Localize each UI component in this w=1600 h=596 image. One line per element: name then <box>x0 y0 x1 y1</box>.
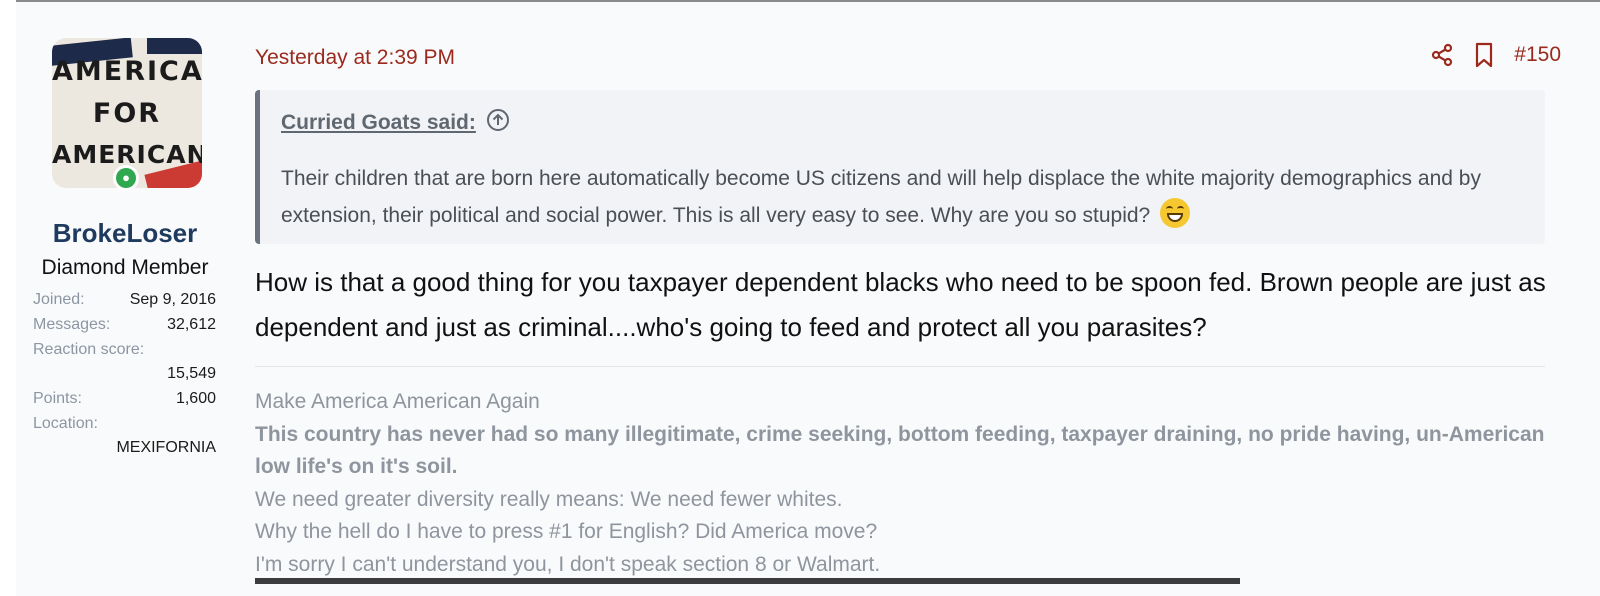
share-icon[interactable] <box>1430 43 1454 67</box>
stat-label-joined: Joined: <box>33 291 85 308</box>
signature-line: Why the hell do I have to press #1 for E… <box>255 520 878 543</box>
quote-block: Curried Goats said: Their children that … <box>255 90 1545 244</box>
post-actions: #150 <box>1430 42 1561 68</box>
stat-value-reaction: 15,549 <box>167 365 216 382</box>
quote-body: Their children that are born here automa… <box>281 167 1481 227</box>
stat-value-location: MEXIFORNIA <box>116 439 216 456</box>
avatar-text: FOR <box>92 98 162 129</box>
bookmark-icon[interactable] <box>1472 42 1496 68</box>
post-message: How is that a good thing for you taxpaye… <box>255 267 1546 342</box>
stat-label-points: Points: <box>33 390 82 407</box>
scrollbar[interactable] <box>255 578 1240 584</box>
quote-text: Their children that are born here automa… <box>281 160 1531 234</box>
stat-label-reaction: Reaction score: <box>33 341 145 358</box>
arrow-up-circle-icon[interactable] <box>486 108 510 137</box>
signature-line: I'm sorry I can't understand you, I don'… <box>255 552 881 576</box>
username[interactable]: BrokeLoser <box>16 218 234 249</box>
signature: Make America American Again This country… <box>255 386 1550 581</box>
stat-value-points: 1,600 <box>175 390 216 407</box>
stat-value-messages: 32,612 <box>167 316 216 333</box>
signature-line: This country has never had so many illeg… <box>255 422 1545 479</box>
quote-header: Curried Goats said: <box>281 108 510 137</box>
signature-divider <box>255 366 1545 367</box>
forum-post: AMERICA FOR AMERICANS ● BrokeLoser Diamo… <box>16 2 1600 596</box>
post-number[interactable]: #150 <box>1514 43 1561 67</box>
stat-label-location: Location: <box>33 415 98 432</box>
avatar-stripe <box>147 38 202 54</box>
stat-value-joined: Sep 9, 2016 <box>129 291 216 308</box>
quote-author[interactable]: Curried Goats said: <box>281 111 476 135</box>
grinning-emoji-icon <box>1160 198 1191 228</box>
signature-line: Make America American Again <box>255 390 540 413</box>
user-title: Diamond Member <box>41 256 209 279</box>
user-online-icon: ● <box>113 165 139 191</box>
avatar-text: AMERICA <box>52 56 202 87</box>
post-date[interactable]: Yesterday at 2:39 PM <box>255 46 455 70</box>
stat-label-messages: Messages: <box>33 316 111 333</box>
signature-line: We need greater diversity really means: … <box>255 487 843 511</box>
